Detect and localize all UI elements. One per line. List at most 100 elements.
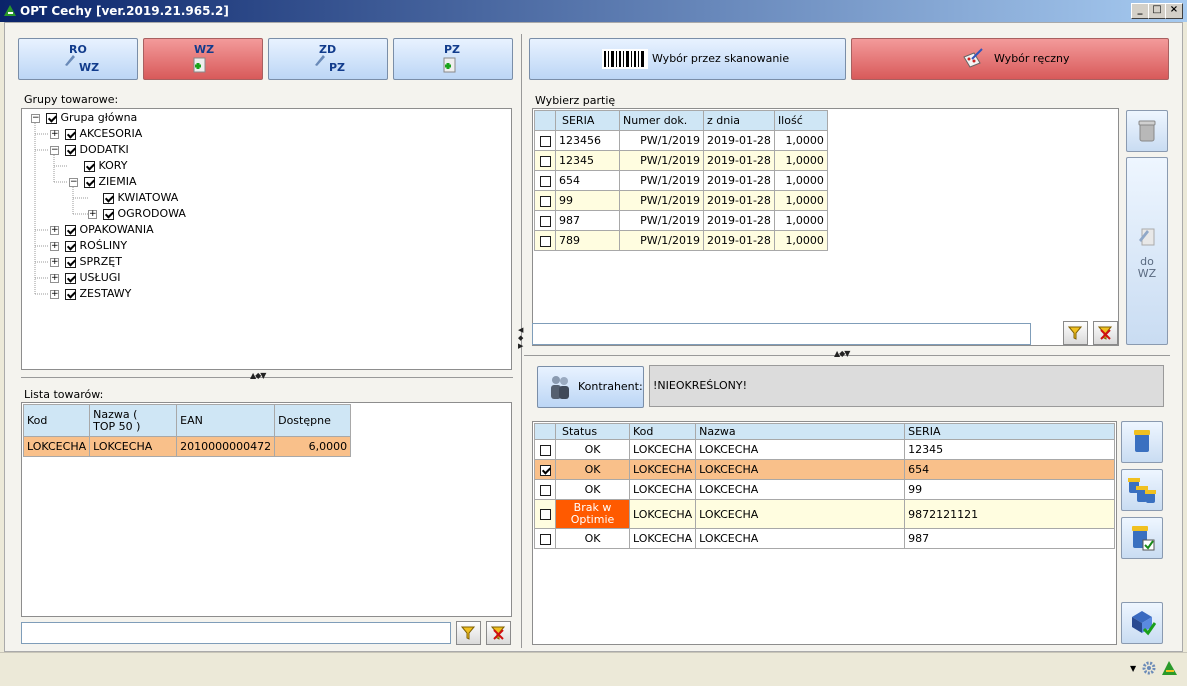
- table-row[interactable]: 123456 PW/1/2019 2019-01-28 1,0000: [534, 130, 828, 151]
- splitter-grip-icon[interactable]: ▲◆▼: [834, 349, 851, 358]
- row-checkbox[interactable]: [539, 444, 551, 456]
- column-header-ilosc[interactable]: Ilość: [773, 110, 828, 131]
- batches-filter-input[interactable]: [532, 323, 1031, 345]
- groups-tree[interactable]: − Grupa główna + AKCESORIA − DODATKI KOR…: [21, 108, 512, 370]
- table-row[interactable]: 12345 PW/1/2019 2019-01-28 1,0000: [534, 150, 828, 171]
- tree-node-kwiatowa[interactable]: KWIATOWA: [103, 191, 178, 207]
- column-header-ean[interactable]: EAN: [176, 404, 276, 437]
- checkbox[interactable]: [65, 240, 76, 252]
- clear-filter-button[interactable]: [1093, 321, 1118, 345]
- row-checkbox[interactable]: [539, 135, 551, 147]
- tree-node-sprzet[interactable]: SPRZĘT: [65, 255, 122, 271]
- row-checkbox[interactable]: [539, 235, 551, 247]
- batches-grid[interactable]: SERIA Numer dok. z dnia Ilość 123456 PW/1…: [532, 108, 1119, 346]
- table-row[interactable]: OK LOKCECHA LOKCECHA 987: [534, 528, 1116, 549]
- column-header-kod[interactable]: Kod: [22, 404, 91, 437]
- checkbox[interactable]: [65, 288, 76, 300]
- filter-button[interactable]: [1063, 321, 1088, 345]
- column-header-seria[interactable]: SERIA: [904, 423, 1116, 440]
- collapse-toggle[interactable]: −: [31, 114, 40, 123]
- checkbox[interactable]: [65, 224, 76, 236]
- checkbox[interactable]: [46, 112, 57, 124]
- checkbox[interactable]: [103, 208, 114, 220]
- column-header-nazwa[interactable]: Nazwa: [695, 423, 906, 440]
- table-row[interactable]: OK LOKCECHA LOKCECHA 654: [534, 459, 1116, 480]
- scan-select-button[interactable]: Wybór przez skanowanie: [529, 38, 846, 80]
- checkbox[interactable]: [84, 160, 95, 172]
- expand-toggle[interactable]: +: [50, 258, 59, 267]
- table-row[interactable]: OK LOKCECHA LOKCECHA 12345: [534, 439, 1116, 460]
- save-button[interactable]: [1121, 602, 1163, 644]
- checkbox[interactable]: [65, 128, 76, 140]
- wz-button[interactable]: WZ: [143, 38, 263, 80]
- row-checkbox[interactable]: [539, 509, 551, 520]
- products-filter-input[interactable]: [21, 622, 451, 644]
- row-checkbox[interactable]: [539, 533, 551, 545]
- selected-grid[interactable]: Status Kod Nazwa SERIA OK LOKCECHA LOKCECH…: [532, 421, 1117, 645]
- delete-batch-button[interactable]: [1126, 110, 1168, 152]
- maximize-button[interactable]: □: [1148, 3, 1166, 19]
- checkbox[interactable]: [65, 144, 76, 156]
- checkbox[interactable]: [65, 256, 76, 268]
- column-header-status[interactable]: Status: [555, 423, 630, 440]
- row-checkbox[interactable]: [539, 464, 551, 476]
- products-grid[interactable]: Kod Nazwa (TOP 50 ) EAN Dostępne LOKCECH…: [21, 402, 512, 617]
- contractor-button[interactable]: Kontrahent:: [537, 366, 644, 408]
- collapse-toggle[interactable]: −: [50, 146, 59, 155]
- table-row[interactable]: Brak w Optimie LOKCECHA LOKCECHA 9872121121: [534, 499, 1116, 529]
- column-header-nazwa[interactable]: Nazwa (TOP 50 ): [89, 404, 178, 437]
- tree-node-zestawy[interactable]: ZESTAWY: [65, 287, 131, 303]
- tree-node-kory[interactable]: KORY: [84, 159, 127, 175]
- column-header-kod[interactable]: Kod: [628, 423, 697, 440]
- zd-pz-button[interactable]: ZD PZ: [268, 38, 388, 80]
- tree-node-root[interactable]: Grupa główna: [46, 111, 137, 127]
- column-header-dostepne[interactable]: Dostępne: [274, 404, 352, 437]
- pz-button[interactable]: PZ: [393, 38, 513, 80]
- checkbox[interactable]: [84, 176, 95, 188]
- expand-toggle[interactable]: +: [50, 226, 59, 235]
- tree-node-uslugi[interactable]: USŁUGI: [65, 271, 121, 287]
- table-row[interactable]: OK LOKCECHA LOKCECHA 99: [534, 479, 1116, 500]
- checkbox[interactable]: [103, 192, 114, 204]
- tree-node-akcesoria[interactable]: AKCESORIA: [65, 127, 142, 143]
- column-header-seria[interactable]: SERIA: [555, 110, 620, 131]
- to-wz-button[interactable]: do WZ: [1126, 157, 1168, 345]
- ro-wz-button[interactable]: RO WZ: [18, 38, 138, 80]
- tree-node-ziemia[interactable]: ZIEMIA: [84, 175, 137, 191]
- minimize-button[interactable]: _: [1131, 3, 1149, 19]
- row-checkbox[interactable]: [539, 215, 551, 227]
- expand-toggle[interactable]: +: [50, 242, 59, 251]
- table-row[interactable]: 654 PW/1/2019 2019-01-28 1,0000: [534, 170, 828, 191]
- tree-node-dodatki[interactable]: DODATKI: [65, 143, 129, 159]
- column-header-numer[interactable]: Numer dok.: [619, 110, 704, 131]
- collapse-toggle[interactable]: −: [69, 178, 78, 187]
- row-checkbox[interactable]: [539, 195, 551, 207]
- close-button[interactable]: ×: [1165, 3, 1183, 19]
- remove-checked-button[interactable]: [1121, 517, 1163, 559]
- splitter-grip-icon[interactable]: ▲◆▼: [250, 371, 267, 380]
- table-row[interactable]: 99 PW/1/2019 2019-01-28 1,0000: [534, 190, 828, 211]
- tree-node-opakowania[interactable]: OPAKOWANIA: [65, 223, 154, 239]
- clear-filter-button[interactable]: [486, 621, 511, 645]
- dropdown-arrow-icon[interactable]: ▼: [1130, 664, 1136, 673]
- splitter-grip-icon[interactable]: ◀ ◆ ▶: [518, 326, 524, 350]
- row-checkbox[interactable]: [539, 155, 551, 167]
- table-row[interactable]: LOKCECHA LOKCECHA 2010000000472 6,0000: [22, 436, 352, 457]
- splitter-left[interactable]: [21, 377, 513, 378]
- expand-toggle[interactable]: +: [88, 210, 97, 219]
- checkbox[interactable]: [65, 272, 76, 284]
- manual-select-button[interactable]: Wybór ręczny: [851, 38, 1169, 80]
- table-row[interactable]: 789 PW/1/2019 2019-01-28 1,0000: [534, 230, 828, 251]
- tree-node-rosliny[interactable]: ROŚLINY: [65, 239, 127, 255]
- row-checkbox[interactable]: [539, 175, 551, 187]
- expand-toggle[interactable]: +: [50, 290, 59, 299]
- table-row[interactable]: 987 PW/1/2019 2019-01-28 1,0000: [534, 210, 828, 231]
- expand-toggle[interactable]: +: [50, 130, 59, 139]
- row-checkbox[interactable]: [539, 484, 551, 496]
- gear-icon[interactable]: [1141, 660, 1157, 676]
- filter-button[interactable]: [456, 621, 481, 645]
- remove-all-button[interactable]: [1121, 469, 1163, 511]
- remove-item-button[interactable]: [1121, 421, 1163, 463]
- column-header-z-dnia[interactable]: z dnia: [703, 110, 775, 131]
- tree-node-ogrodowa[interactable]: OGRODOWA: [103, 207, 186, 223]
